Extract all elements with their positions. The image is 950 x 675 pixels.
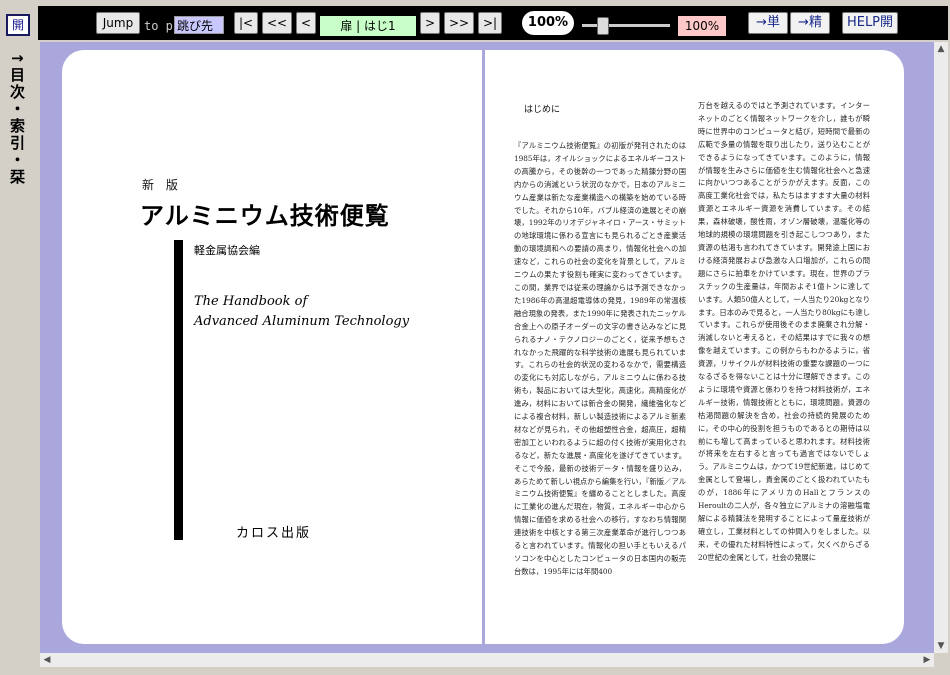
scroll-down-icon[interactable]: ▼: [934, 639, 948, 653]
cover-decor-bar: [174, 240, 183, 540]
back-ten-button[interactable]: <<: [262, 12, 292, 34]
text-column-1: 『アルミニウム技術便覧』の初版が発刊されたのは1985年は，オイルショックによる…: [514, 141, 686, 576]
editor-label: 軽金属協会編: [194, 244, 260, 257]
toolbar: Jump to p. 跳び先 |< << < 扉 | はじ1 > >> >| 1…: [38, 6, 948, 40]
page-spine: [482, 50, 485, 644]
help-button[interactable]: HELP開: [842, 12, 898, 34]
last-page-button[interactable]: >|: [478, 12, 502, 34]
jump-button[interactable]: Jump: [96, 12, 140, 34]
page-jump-input[interactable]: 跳び先: [174, 16, 224, 34]
english-title-line1: The Handbook of: [194, 294, 308, 309]
edition-label: 新 版: [142, 178, 182, 192]
publisher-label: カロス出版: [236, 526, 312, 541]
text-column-2: 万台を越えるのではと予測されています。インターネットのごとく情報ネットワークを介…: [698, 101, 870, 562]
toc-index-bookmark-link[interactable]: ↑目次・索引・栞: [8, 52, 28, 186]
scrollbar-corner: [934, 653, 948, 667]
scroll-up-icon[interactable]: ▲: [934, 42, 948, 56]
scroll-left-icon[interactable]: ◀: [40, 653, 54, 667]
precise-view-button[interactable]: →精: [790, 12, 830, 34]
zoom-level-display: 100%: [678, 16, 726, 36]
next-page-button[interactable]: >: [420, 12, 440, 34]
zoom-slider-track[interactable]: [582, 24, 670, 27]
open-button[interactable]: 開: [6, 14, 30, 36]
vertical-scrollbar[interactable]: ▲ ▼: [934, 42, 948, 653]
book-spread: 新 版 アルミニウム技術便覧 軽金属協会編 The Handbook of Ad…: [62, 50, 904, 644]
scroll-right-icon[interactable]: ▶: [920, 653, 934, 667]
english-title: The Handbook of Advanced Aluminum Techno…: [194, 292, 409, 332]
book-viewer: 新 版 アルミニウム技術便覧 軽金属協会編 The Handbook of Ad…: [40, 42, 934, 653]
book-title: アルミニウム技術便覧: [140, 201, 390, 230]
english-title-line2: Advanced Aluminum Technology: [194, 314, 410, 329]
prev-page-button[interactable]: <: [296, 12, 316, 34]
first-page-button[interactable]: |<: [234, 12, 258, 34]
left-sidebar: 開 ↑目次・索引・栞: [0, 0, 38, 675]
current-page-display: 扉 | はじ1: [320, 16, 416, 36]
single-page-button[interactable]: →単: [748, 12, 788, 34]
forward-ten-button[interactable]: >>: [444, 12, 474, 34]
zoom-slider-handle[interactable]: [597, 17, 610, 35]
horizontal-scrollbar[interactable]: ◀ ▶: [40, 653, 934, 667]
section-title: はじめに: [524, 105, 561, 115]
zoom-button[interactable]: 100%: [522, 11, 574, 35]
